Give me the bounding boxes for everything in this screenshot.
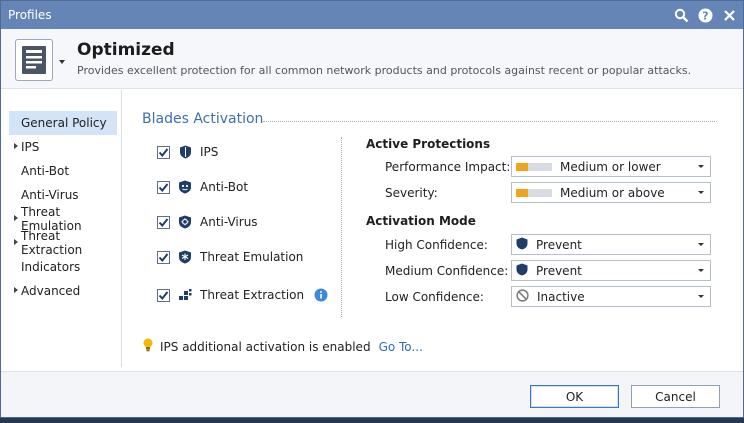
blade-threat-emulation-checkbox[interactable] <box>157 250 170 264</box>
performance-meter <box>516 162 552 171</box>
help-icon[interactable]: ? <box>697 7 713 23</box>
chevron-down-icon <box>698 165 704 168</box>
blade-label: IPS <box>200 145 219 159</box>
medium-confidence-dropdown[interactable]: Prevent <box>511 260 711 281</box>
sidebar-item-threat-extraction[interactable]: Threat Extraction <box>1 229 121 257</box>
performance-impact-label: Performance Impact: <box>385 160 511 174</box>
info-icon[interactable] <box>314 288 328 302</box>
sidebar-item-label: Indicators <box>21 260 81 274</box>
medium-confidence-label: Medium Confidence: <box>385 264 509 278</box>
ok-button[interactable]: OK <box>530 385 619 408</box>
blade-label: Threat Emulation <box>200 250 304 264</box>
expand-arrow-icon[interactable] <box>14 287 18 293</box>
activation-mode-title: Activation Mode <box>366 214 476 228</box>
sidebar-item-label: Advanced <box>21 284 81 298</box>
section-divider <box>263 121 717 122</box>
low-confidence-dropdown[interactable]: Inactive <box>511 286 711 307</box>
severity-value: Medium or above <box>560 185 665 200</box>
search-icon[interactable] <box>673 7 689 23</box>
high-confidence-dropdown[interactable]: Prevent <box>511 234 711 255</box>
profile-header: Optimized Provides excellent protection … <box>1 29 743 89</box>
sidebar-item-advanced[interactable]: Advanced <box>1 279 121 303</box>
blade-label: Anti-Virus <box>200 215 258 229</box>
sidebar-item-label: Anti-Bot <box>21 164 70 178</box>
sidebar-item-label: Threat Extraction <box>21 229 83 257</box>
blade-label: Anti-Bot <box>200 180 249 194</box>
go-to-link[interactable]: Go To... <box>379 340 423 354</box>
profile-menu-chevron-down-icon[interactable] <box>59 59 65 64</box>
window-title: Profiles <box>8 8 52 22</box>
blade-threat-extraction: Threat Extraction <box>157 286 328 304</box>
severity-dropdown[interactable]: Medium or above <box>511 182 711 203</box>
profile-title: Optimized <box>77 40 175 60</box>
notice-text: IPS additional activation is enabled <box>160 339 371 354</box>
title-bar: Profiles ? <box>1 1 743 29</box>
low-confidence-value: Inactive <box>537 289 585 304</box>
blade-ips: IPS <box>157 143 218 161</box>
blade-anti-virus-checkbox[interactable] <box>157 215 170 229</box>
profile-document-icon[interactable] <box>15 38 53 81</box>
close-icon[interactable] <box>721 7 737 23</box>
blade-anti-bot: Anti-Bot <box>157 178 248 196</box>
section-title: Blades Activation <box>142 111 264 127</box>
prevent-shield-icon <box>516 263 528 279</box>
background-window-strip <box>0 418 744 423</box>
lightbulb-icon <box>142 338 154 355</box>
blade-threat-emulation: Threat Emulation <box>157 248 303 266</box>
anti-bot-icon <box>178 180 192 194</box>
expand-arrow-icon[interactable] <box>14 215 18 221</box>
chevron-down-icon <box>698 295 704 298</box>
threat-extraction-icon <box>178 288 192 302</box>
severity-label: Severity: <box>385 186 438 200</box>
ips-activation-notice: IPS additional activation is enabled Go … <box>142 338 423 355</box>
profile-body: General Policy IPS Anti-Bot Anti-Virus T… <box>1 90 743 367</box>
profiles-window: Profiles ? Optimized Provides excellent … <box>0 0 744 418</box>
chevron-down-icon <box>698 243 704 246</box>
sidebar-item-general-policy[interactable]: General Policy <box>9 111 117 135</box>
expand-arrow-icon[interactable] <box>14 143 18 149</box>
blade-anti-virus: Anti-Virus <box>157 213 258 231</box>
prevent-shield-icon <box>516 237 528 253</box>
sidebar-item-threat-emulation[interactable]: Threat Emulation <box>1 205 121 233</box>
performance-impact-value: Medium or lower <box>560 159 661 174</box>
titlebar-icons: ? <box>673 7 743 23</box>
medium-confidence-value: Prevent <box>536 263 582 278</box>
chevron-down-icon <box>698 191 704 194</box>
severity-meter <box>516 188 552 197</box>
dialog-footer: OK Cancel <box>1 371 743 417</box>
blade-threat-extraction-checkbox[interactable] <box>157 288 170 302</box>
blade-anti-bot-checkbox[interactable] <box>157 180 170 194</box>
blade-label: Threat Extraction <box>200 288 305 302</box>
cancel-button[interactable]: Cancel <box>631 385 720 408</box>
anti-virus-icon <box>178 215 192 229</box>
sidebar-item-indicators[interactable]: Indicators <box>1 255 121 279</box>
column-divider <box>341 137 342 317</box>
active-protections-title: Active Protections <box>366 137 491 151</box>
sidebar-item-label: General Policy <box>21 116 107 130</box>
sidebar-item-label: IPS <box>21 140 40 154</box>
sidebar-nav: General Policy IPS Anti-Bot Anti-Virus T… <box>1 90 122 367</box>
performance-impact-dropdown[interactable]: Medium or lower <box>511 156 711 177</box>
expand-arrow-icon[interactable] <box>14 239 18 245</box>
general-policy-panel: Blades Activation IPS Anti-Bot Anti-Viru… <box>123 90 743 367</box>
sidebar-item-ips[interactable]: IPS <box>1 135 121 159</box>
sidebar-item-label: Anti-Virus <box>21 188 79 202</box>
sidebar-item-anti-bot[interactable]: Anti-Bot <box>1 159 121 183</box>
svg-text:?: ? <box>702 9 708 22</box>
chevron-down-icon <box>698 269 704 272</box>
sidebar-item-anti-virus[interactable]: Anti-Virus <box>1 183 121 207</box>
high-confidence-label: High Confidence: <box>385 238 488 252</box>
high-confidence-value: Prevent <box>536 237 582 252</box>
ips-shield-icon <box>178 145 192 159</box>
threat-emulation-icon <box>178 250 192 264</box>
inactive-icon <box>516 288 529 305</box>
profile-description: Provides excellent protection for all co… <box>77 64 692 77</box>
low-confidence-label: Low Confidence: <box>385 290 484 304</box>
blade-ips-checkbox[interactable] <box>157 145 170 159</box>
